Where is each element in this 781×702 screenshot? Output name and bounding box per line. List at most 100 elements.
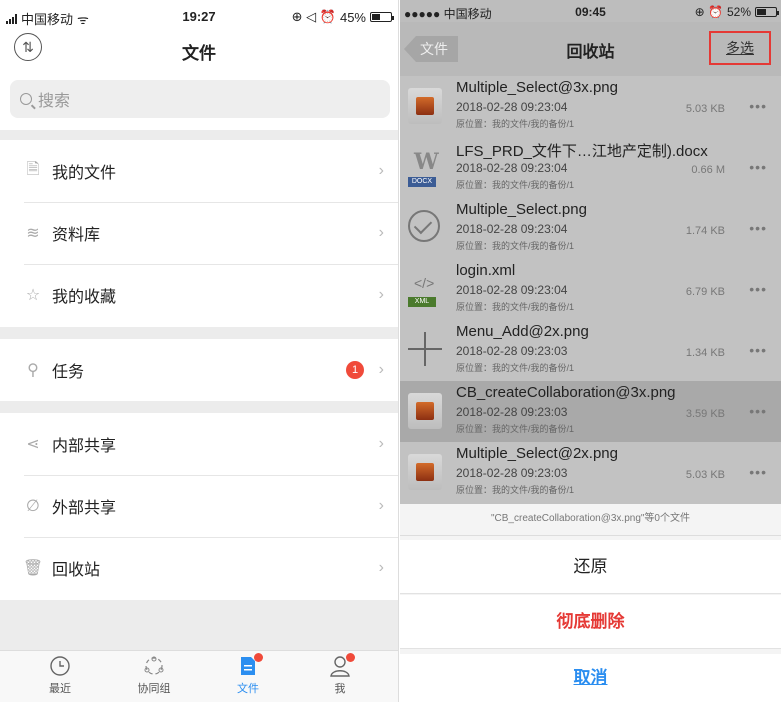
- file-date: 2018-02-28 09:23:04: [456, 283, 568, 297]
- file-date: 2018-02-28 09:23:03: [456, 466, 568, 480]
- file-date: 2018-02-28 09:23:03: [456, 344, 568, 358]
- file-row[interactable]: W DOCX LFS_PRD_文件下…江地产定制).docx 2018-02-28…: [400, 137, 781, 198]
- recycle-bin-screen: ●●●●● 中国移动 09:45 ⊕ ⏰ 52% 文件 回收站 多选 Multi…: [400, 0, 781, 702]
- file-location: 原位置：我的文件/我的备份/1: [456, 180, 575, 190]
- battery-percent: 45%: [339, 9, 366, 25]
- file-row[interactable]: Multiple_Select.png 2018-02-28 09:23:04 …: [400, 198, 781, 259]
- share-icon: ⋖: [26, 436, 40, 453]
- image-file-icon: [408, 454, 442, 490]
- file-size: 1.34 KB: [685, 347, 725, 359]
- star-icon: ☆: [25, 287, 41, 304]
- tab-recent[interactable]: 最近: [20, 655, 100, 696]
- file-row[interactable]: Menu_Add@2x.png 2018-02-28 09:23:03 原位置：…: [400, 320, 781, 381]
- tab-bar: 最近 协同组 文件 我: [0, 650, 398, 702]
- status-bar: ●●●●● 中国移动 09:45 ⊕ ⏰ 52%: [400, 0, 781, 22]
- status-right: ⊕ ⏰ 52%: [694, 5, 779, 19]
- xml-file-icon: </> XML: [408, 271, 442, 307]
- file-row-selected[interactable]: CB_createCollaboration@3x.png 2018-02-28…: [400, 381, 781, 442]
- more-icon[interactable]: •••: [749, 159, 767, 175]
- group-icon: [143, 655, 165, 677]
- menu-label: 内部共享: [52, 438, 117, 455]
- alarm-icon: ⊕ ⏰: [694, 5, 723, 19]
- file-date: 2018-02-28 09:23:04: [456, 222, 568, 236]
- file-name: Multiple_Select@3x.png: [456, 79, 618, 96]
- file-size: 3.59 KB: [685, 408, 725, 420]
- notification-dot: [346, 653, 355, 662]
- file-size: 6.79 KB: [685, 286, 725, 298]
- document-icon: 🗎: [26, 160, 40, 178]
- menu-item-favorites[interactable]: ☆ 我的收藏 ›: [0, 265, 398, 325]
- menu-label: 我的收藏: [52, 289, 117, 306]
- search-icon: [20, 93, 32, 105]
- restore-button[interactable]: 还原: [400, 540, 781, 594]
- file-location: 原位置：我的文件/我的备份/1: [456, 302, 575, 312]
- menu-label: 任务: [52, 364, 85, 381]
- section-divider: [0, 327, 398, 339]
- tab-label: 协同组: [137, 683, 171, 695]
- empty-area: [0, 600, 398, 650]
- tab-label: 我: [334, 683, 346, 695]
- files-screen: 中国移动 ᯤ 19:27 ⊕ ◁ ⏰ 45% ⇅ 文件 搜索 🗎 我的文件 ›: [0, 0, 399, 702]
- task-count-badge: 1: [346, 361, 364, 379]
- action-sheet: "CB_createCollaboration@3x.png"等0个文件 还原 …: [400, 504, 781, 702]
- delete-permanently-button[interactable]: 彻底删除: [400, 595, 781, 649]
- screenshot-canvas: 中国移动 ᯤ 19:27 ⊕ ◁ ⏰ 45% ⇅ 文件 搜索 🗎 我的文件 ›: [0, 0, 781, 702]
- search-input[interactable]: 搜索: [10, 80, 390, 118]
- menu-label: 我的文件: [52, 165, 117, 182]
- file-location: 原位置：我的文件/我的备份/1: [456, 424, 575, 434]
- more-icon[interactable]: •••: [749, 220, 767, 236]
- search-placeholder: 搜索: [38, 93, 71, 110]
- tab-groups[interactable]: 协同组: [114, 655, 194, 696]
- tab-files[interactable]: 文件: [208, 653, 288, 696]
- battery-icon: [370, 12, 394, 22]
- menu-label: 外部共享: [52, 500, 117, 517]
- battery-icon: [755, 7, 779, 17]
- file-location: 原位置：我的文件/我的备份/1: [456, 363, 575, 373]
- menu-item-my-files[interactable]: 🗎 我的文件 ›: [0, 141, 398, 201]
- menu-label: 回收站: [52, 562, 101, 579]
- cancel-button[interactable]: 取消: [400, 654, 781, 702]
- battery-level-fill: [757, 9, 767, 15]
- menu-item-tasks[interactable]: ⚲ 任务 1 ›: [0, 340, 398, 400]
- file-size: 0.66 M: [691, 164, 725, 176]
- file-size: 1.74 KB: [685, 225, 725, 237]
- menu-label: 资料库: [52, 227, 101, 244]
- action-sheet-message: "CB_createCollaboration@3x.png"等0个文件: [400, 504, 781, 536]
- tab-me[interactable]: 我: [300, 653, 380, 696]
- file-location: 原位置：我的文件/我的备份/1: [456, 485, 575, 495]
- file-row[interactable]: Multiple_Select@3x.png 2018-02-28 09:23:…: [400, 76, 781, 137]
- more-icon[interactable]: •••: [749, 281, 767, 297]
- file-name: CB_createCollaboration@3x.png: [456, 384, 676, 401]
- menu-item-external-share[interactable]: ∅ 外部共享 ›: [0, 476, 398, 536]
- battery-percent: 52%: [726, 5, 751, 19]
- file-location: 原位置：我的文件/我的备份/1: [456, 241, 575, 251]
- section-divider: [0, 130, 398, 140]
- notification-dot: [254, 653, 263, 662]
- file-size: 5.03 KB: [685, 103, 725, 115]
- more-icon[interactable]: •••: [749, 403, 767, 419]
- chevron-right-icon: ›: [378, 435, 384, 452]
- more-icon[interactable]: •••: [749, 342, 767, 358]
- more-icon[interactable]: •••: [749, 464, 767, 480]
- person-icon: [329, 653, 355, 677]
- battery-level-fill: [372, 14, 381, 20]
- image-file-icon: [408, 88, 442, 124]
- more-icon[interactable]: •••: [749, 98, 767, 114]
- trash-icon: 🗑: [22, 560, 44, 577]
- file-row[interactable]: Multiple_Select@2x.png 2018-02-28 09:23:…: [400, 442, 781, 503]
- checkmark-file-icon: [408, 210, 442, 246]
- word-file-icon: W DOCX: [408, 149, 442, 187]
- page-title: 文件: [182, 44, 216, 63]
- menu-item-recycle-bin[interactable]: 🗑 回收站 ›: [0, 538, 398, 598]
- file-date: 2018-02-28 09:23:04: [456, 100, 568, 114]
- file-row[interactable]: </> XML login.xml 2018-02-28 09:23:04 原位置…: [400, 259, 781, 320]
- chevron-right-icon: ›: [378, 286, 384, 303]
- menu-item-library[interactable]: ≋ 资料库 ›: [0, 203, 398, 263]
- plus-file-icon: [408, 332, 442, 368]
- file-location: 原位置：我的文件/我的备份/1: [456, 119, 575, 129]
- image-file-icon: [408, 393, 442, 429]
- multi-select-button[interactable]: 多选: [709, 31, 771, 65]
- clock-icon: [49, 655, 71, 677]
- section-divider: [0, 401, 398, 413]
- menu-item-internal-share[interactable]: ⋖ 内部共享 ›: [0, 414, 398, 474]
